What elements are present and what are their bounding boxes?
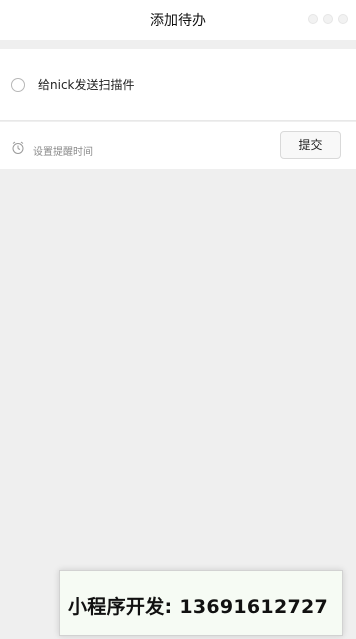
todo-text: 给nick发送扫描件	[38, 78, 135, 92]
capsule-dot	[338, 14, 348, 24]
todo-item[interactable]: 给nick发送扫描件	[0, 49, 356, 121]
more-dots-icon[interactable]	[308, 12, 348, 26]
contact-watermark: 小程序开发: 13691612727	[59, 570, 343, 636]
page-title: 添加待办	[150, 13, 206, 29]
capsule-dot	[308, 14, 318, 24]
submit-button[interactable]: 提交	[280, 131, 341, 159]
action-row: 设置提醒时间 提交	[0, 122, 356, 169]
set-reminder-label[interactable]: 设置提醒时间	[33, 143, 93, 158]
navigation-bar: 添加待办	[0, 0, 356, 40]
capsule-dot	[323, 14, 333, 24]
alarm-clock-icon[interactable]	[11, 141, 25, 155]
radio-circle-icon[interactable]	[11, 78, 25, 92]
section-divider	[0, 40, 356, 49]
watermark-text: 小程序开发: 13691612727	[68, 596, 329, 618]
